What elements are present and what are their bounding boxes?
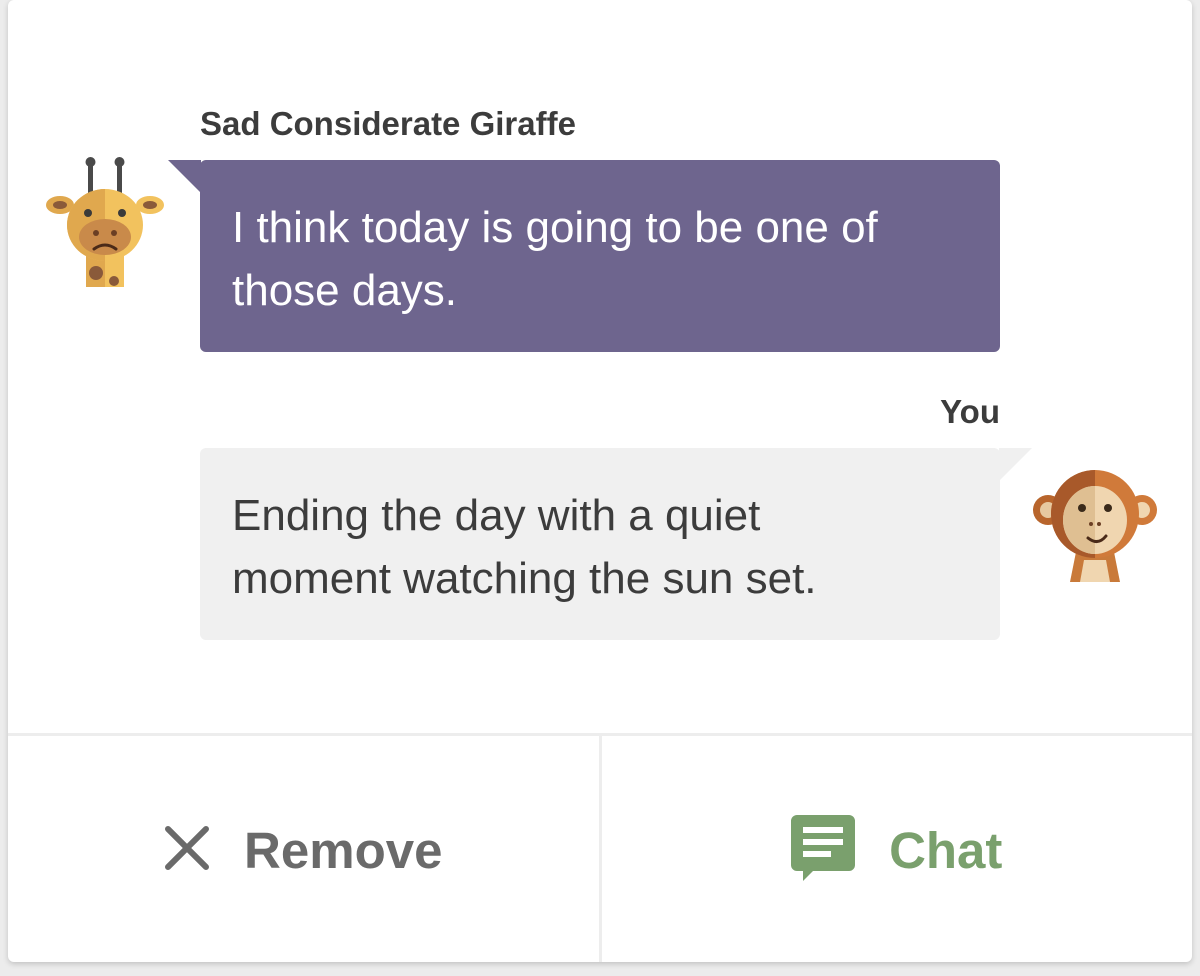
sender-name-you: You [940,393,1000,430]
chat-button[interactable]: Chat [602,736,1193,962]
monkey-avatar-icon [1032,464,1158,582]
bubble-tail [168,160,201,193]
conversation-card: Sad Considerate Giraffe I think today is… [8,0,1192,962]
message-text-line: I think today is going to be one of [232,203,878,252]
chat-bubble-icon [791,815,856,886]
message-text-line: those days. [232,266,458,315]
message-text-line: Ending the day with a quiet [232,491,761,540]
giraffe-avatar-icon [44,155,166,295]
action-bar: Remove Chat [8,733,1192,962]
message-bubble-received: I think today is going to be one of thos… [200,160,1000,352]
remove-label: Remove [244,822,443,879]
message-text-line: moment watching the sun set. [232,554,817,603]
message-bubble-sent: Ending the day with a quiet moment watch… [200,448,1000,640]
sender-name: Sad Considerate Giraffe [200,105,576,142]
close-icon [164,825,210,876]
chat-label: Chat [889,822,1003,879]
remove-button[interactable]: Remove [8,736,602,962]
bubble-tail [999,448,1032,481]
